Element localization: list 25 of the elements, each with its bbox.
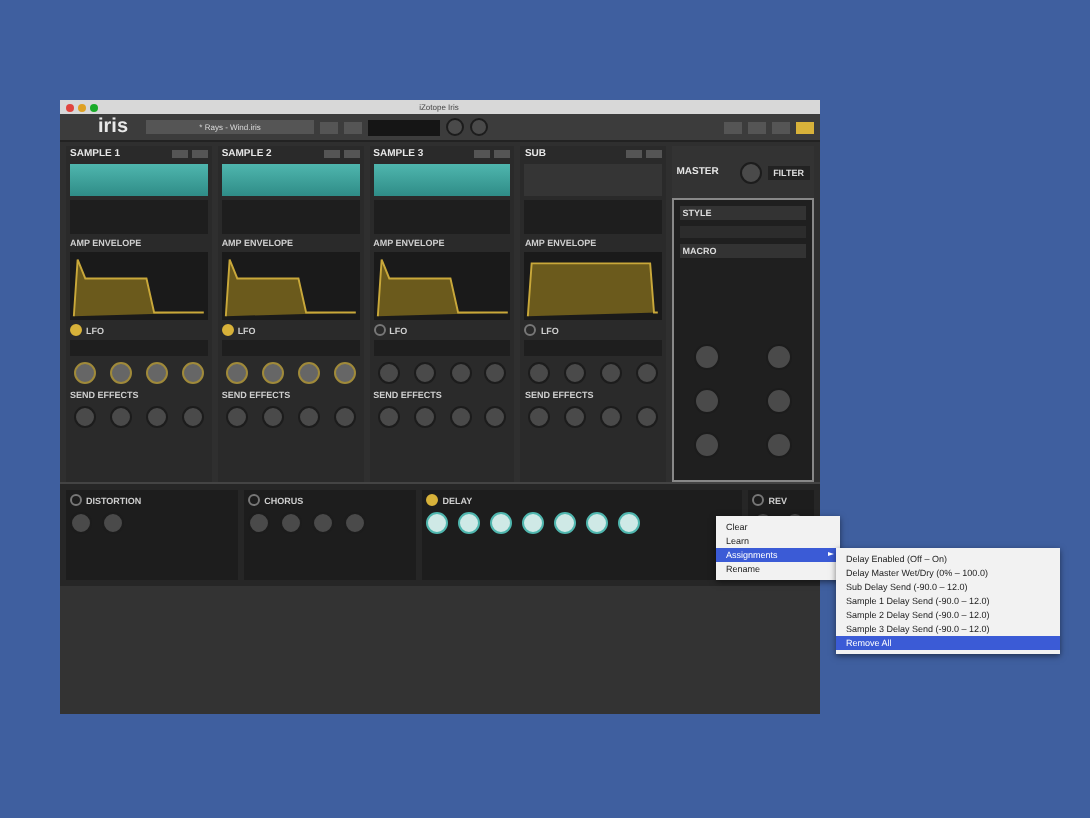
knob[interactable] (618, 512, 641, 534)
envelope-graph[interactable] (70, 252, 208, 320)
power-icon[interactable] (426, 494, 439, 506)
minimize-icon[interactable] (78, 103, 86, 111)
envelope-graph[interactable] (373, 252, 511, 320)
waveform (221, 164, 360, 196)
power-icon[interactable] (70, 324, 82, 336)
power-icon[interactable] (221, 324, 234, 336)
display-panel (368, 119, 441, 135)
knob[interactable] (522, 512, 545, 534)
knob[interactable] (426, 512, 449, 534)
close-icon[interactable] (66, 103, 74, 111)
power-icon[interactable] (248, 494, 261, 506)
power-icon[interactable] (70, 494, 82, 506)
waveform (373, 164, 511, 196)
power-icon[interactable] (752, 494, 765, 506)
envelope-graph[interactable] (221, 252, 360, 320)
zoom-icon[interactable] (90, 103, 98, 111)
knob[interactable] (490, 512, 513, 534)
envelope-graph[interactable] (524, 252, 663, 320)
logo: iris (98, 116, 129, 138)
knob[interactable] (554, 512, 577, 534)
waveform (70, 164, 208, 196)
knob[interactable] (458, 512, 481, 534)
knob[interactable] (586, 512, 609, 534)
